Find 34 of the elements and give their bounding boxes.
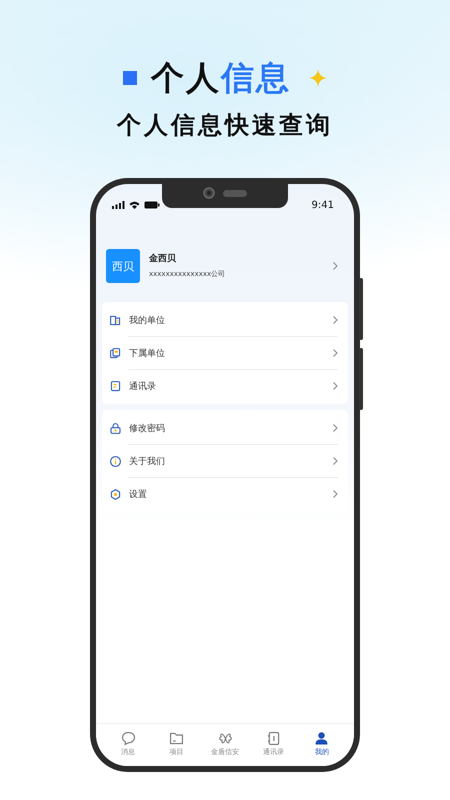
speaker-grille: [223, 190, 247, 196]
signal-icon: [112, 201, 125, 209]
menu-item[interactable]: 设置: [102, 478, 348, 510]
folder-icon: [168, 730, 186, 747]
menu-item[interactable]: 通讯录: [102, 370, 348, 402]
building-icon: [109, 314, 122, 326]
person-icon: [313, 730, 330, 747]
chat-bubble-icon: [120, 730, 137, 747]
sparkle-icon: [309, 69, 327, 87]
chevron-icon: [333, 424, 338, 432]
lock-icon: [109, 422, 122, 434]
avatar: 西贝: [106, 249, 140, 283]
banner-subtitle: 个人信息快速查询: [117, 110, 333, 140]
status-time: 9:41: [312, 200, 334, 210]
banner-title: 个人信息: [151, 58, 291, 98]
chevron-icon: [333, 349, 338, 357]
hexagon-gear-icon: [109, 488, 122, 500]
menu-item[interactable]: 下属单位: [102, 337, 348, 369]
menu-item[interactable]: 我的单位: [102, 304, 348, 336]
user-name: 金西贝: [149, 253, 177, 265]
square-icon: [123, 71, 137, 85]
chevron-icon: [333, 316, 338, 324]
document-icon: [109, 380, 122, 392]
menu-item[interactable]: 修改密码: [102, 412, 348, 444]
wifi-icon: [129, 201, 140, 209]
menu-item[interactable]: 关于我们: [102, 445, 348, 477]
chevron-icon: [333, 490, 338, 498]
chevron-icon: [333, 262, 338, 270]
chevron-icon: [333, 457, 338, 465]
stacked-pages-icon: [109, 346, 122, 360]
info-icon: [109, 454, 122, 468]
battery-icon: [144, 201, 160, 209]
camera-icon: [203, 187, 215, 199]
chevron-icon: [333, 382, 338, 390]
